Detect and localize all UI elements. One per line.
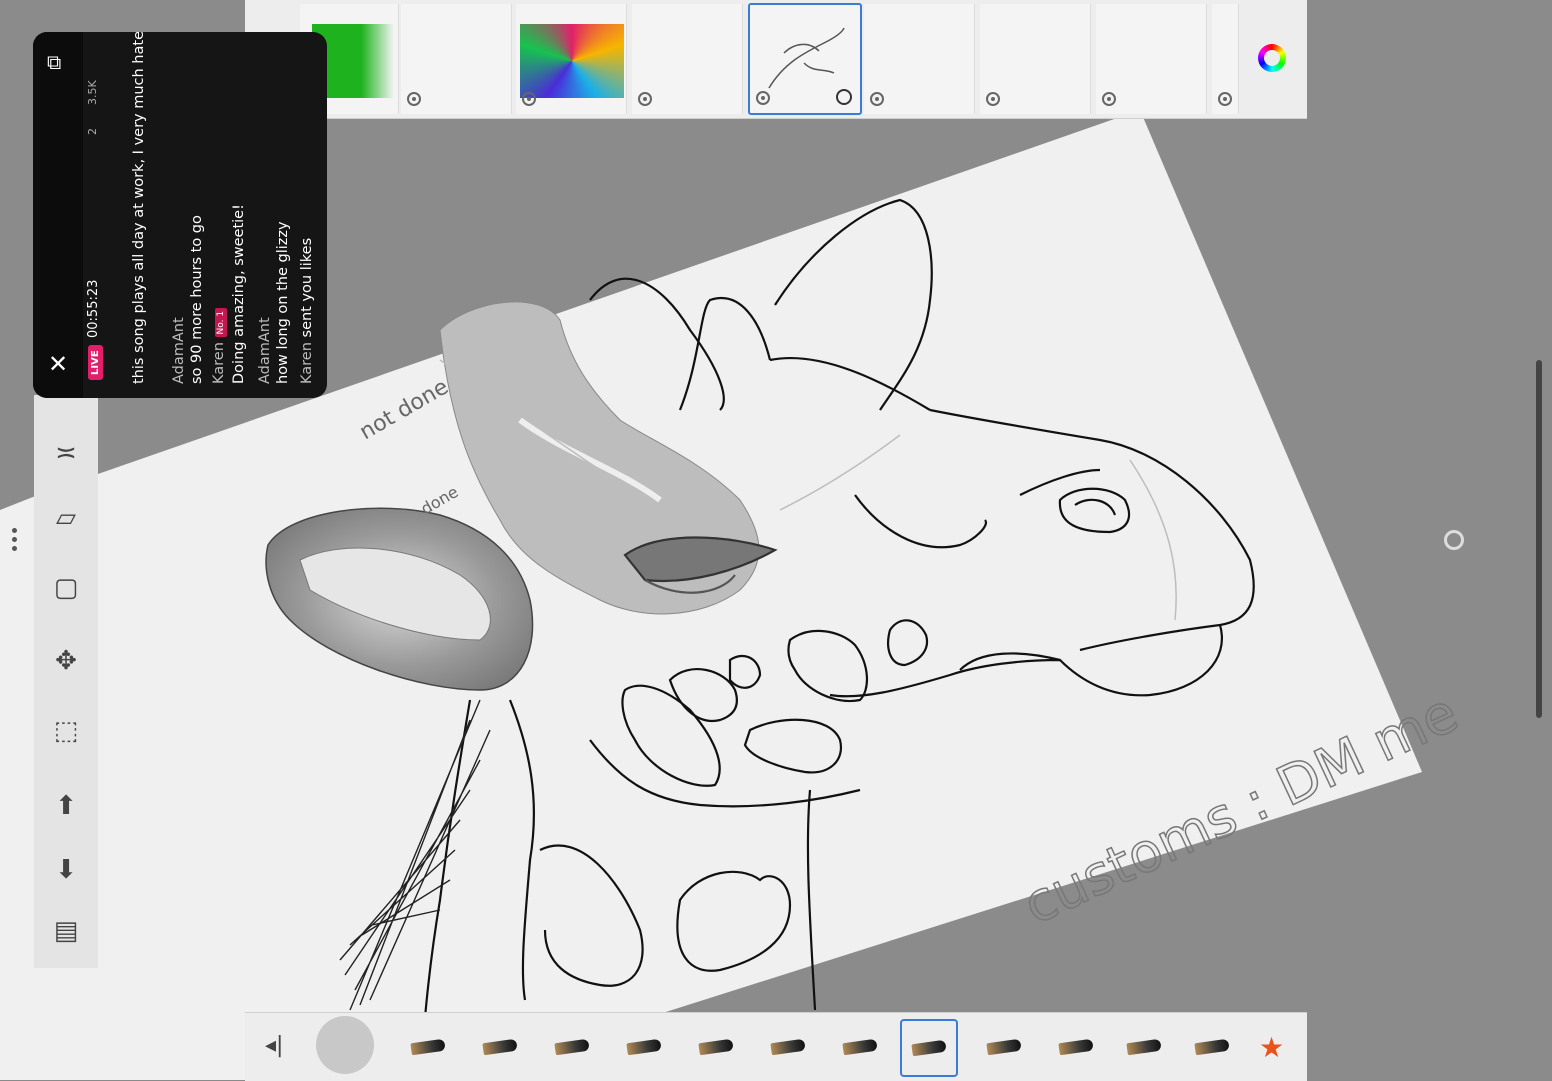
left-toolbar: ≍ ▱ ▢ ✥ ⬚ ⬆ ⬇ ▤ bbox=[34, 395, 98, 968]
brush-marker-selected[interactable] bbox=[900, 1019, 958, 1077]
visibility-icon[interactable] bbox=[986, 92, 1000, 106]
layer-thumb-8[interactable] bbox=[1096, 4, 1207, 114]
viewer-count: 2 bbox=[86, 128, 99, 135]
transform-icon[interactable]: ⬚ bbox=[48, 713, 84, 749]
visibility-icon[interactable] bbox=[1102, 92, 1116, 106]
move-icon[interactable]: ✥ bbox=[48, 643, 84, 679]
brush-round[interactable] bbox=[549, 1027, 595, 1067]
live-timer: 00:55:23 bbox=[86, 279, 101, 338]
menu-icon[interactable]: ▤ bbox=[48, 913, 84, 949]
visibility-icon[interactable] bbox=[756, 91, 770, 105]
live-badge: LIVE bbox=[88, 345, 103, 380]
layer-thumb-giraffe-selected[interactable] bbox=[748, 3, 862, 115]
brush-marker-4[interactable] bbox=[1121, 1027, 1167, 1067]
brush-marker-5[interactable] bbox=[1189, 1027, 1235, 1067]
live-stream-overlay: ⧉ ✕ LIVE 00:55:23 2 3.5K this song plays… bbox=[33, 32, 327, 398]
layers-strip[interactable] bbox=[245, 0, 1307, 119]
layer-icon[interactable]: ▢ bbox=[48, 570, 84, 606]
layer-thumb-7[interactable] bbox=[980, 4, 1091, 114]
brush-flat-2[interactable] bbox=[837, 1027, 883, 1067]
left-drag-handle[interactable] bbox=[12, 528, 18, 552]
chat-message: AdamAnt how long on the glizzy bbox=[257, 221, 291, 384]
brush-airbrush[interactable] bbox=[693, 1027, 739, 1067]
layer-thumb-sketch[interactable] bbox=[864, 4, 975, 114]
symmetry-icon[interactable]: ≍ bbox=[48, 435, 84, 471]
visibility-icon[interactable] bbox=[1218, 92, 1232, 106]
layer-preview bbox=[520, 24, 624, 98]
close-icon[interactable]: ✕ bbox=[48, 350, 68, 378]
brush-round-2[interactable] bbox=[621, 1027, 667, 1067]
brush-pencil[interactable] bbox=[405, 1027, 451, 1067]
visibility-icon[interactable] bbox=[522, 92, 536, 106]
layer-options-icon[interactable] bbox=[836, 89, 852, 105]
brush-ink-pen[interactable] bbox=[477, 1027, 523, 1067]
brush-marker-3[interactable] bbox=[1053, 1027, 1099, 1067]
live-side-strip: ⧉ ✕ bbox=[33, 32, 83, 398]
visibility-icon[interactable] bbox=[407, 92, 421, 106]
brush-opacity-icon[interactable]: ◂| bbox=[265, 1033, 283, 1058]
layer-thumb-mandala[interactable] bbox=[516, 4, 627, 114]
redo-icon[interactable]: ⬇ bbox=[48, 852, 84, 888]
brush-marker-2[interactable] bbox=[981, 1027, 1027, 1067]
visibility-icon[interactable] bbox=[870, 92, 884, 106]
like-count: 3.5K bbox=[86, 80, 99, 105]
brush-size-circle[interactable] bbox=[316, 1016, 374, 1074]
brush-bar: ◂| ★ bbox=[245, 1012, 1307, 1081]
favorite-star-icon[interactable]: ★ bbox=[1259, 1031, 1284, 1064]
right-scroll-handle[interactable] bbox=[1536, 360, 1542, 718]
layer-thumb-4[interactable] bbox=[632, 4, 743, 114]
live-content: LIVE 00:55:23 2 3.5K this song plays all… bbox=[80, 32, 320, 390]
ruler-icon[interactable]: ▱ bbox=[48, 500, 84, 536]
layer-preview bbox=[768, 27, 845, 89]
visibility-icon[interactable] bbox=[638, 92, 652, 106]
chat-message: Karen No. 1 Doing amazing, sweetie! bbox=[211, 204, 247, 384]
brush-flat[interactable] bbox=[765, 1027, 811, 1067]
rotate-screen-icon[interactable]: ⧉ bbox=[47, 50, 61, 74]
chat-message: this song plays all day at work, I very … bbox=[131, 32, 147, 384]
layer-thumb-9[interactable] bbox=[1212, 4, 1239, 114]
undo-icon[interactable]: ⬆ bbox=[48, 788, 84, 824]
right-knob-icon[interactable] bbox=[1444, 530, 1464, 550]
color-wheel-icon[interactable] bbox=[1258, 44, 1286, 72]
chat-message: AdamAnt so 90 more hours to go bbox=[171, 215, 205, 384]
layer-thumb-2[interactable] bbox=[401, 4, 512, 114]
chat-message: Karen sent you likes bbox=[299, 237, 315, 384]
